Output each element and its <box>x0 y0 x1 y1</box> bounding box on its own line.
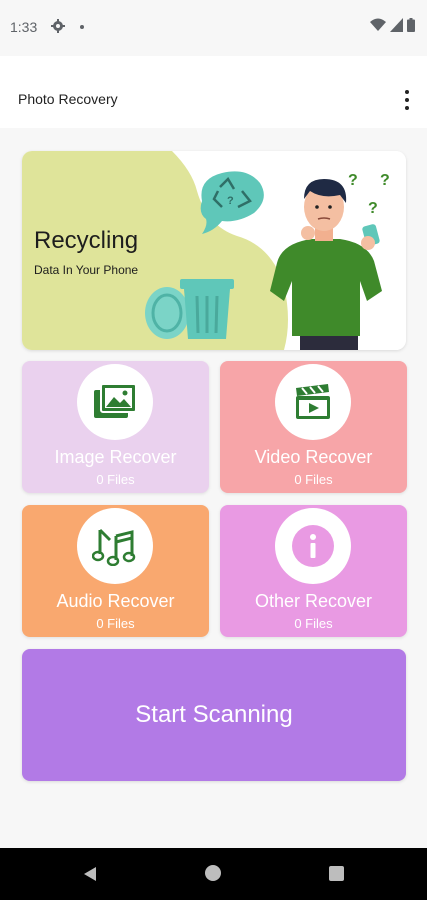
system-nav-bar <box>0 848 427 900</box>
image-icon-circle <box>77 364 153 440</box>
gear-icon <box>51 19 65 33</box>
more-vert-icon[interactable] <box>403 90 411 110</box>
video-icon-circle <box>275 364 351 440</box>
clapperboard-icon <box>296 384 330 419</box>
video-recover-count: 0 Files <box>294 472 333 487</box>
signal-icon <box>390 18 403 32</box>
banner-title: Recycling <box>34 227 139 254</box>
audio-icon-circle <box>77 508 153 584</box>
image-recover-tile[interactable]: Image Recover 0 Files <box>22 361 209 493</box>
status-icons <box>370 18 415 32</box>
notification-dot <box>80 25 84 29</box>
home-icon[interactable] <box>205 865 221 881</box>
svg-text:?: ? <box>368 200 378 217</box>
video-recover-label: Video Recover <box>254 447 373 467</box>
back-icon[interactable] <box>82 866 98 882</box>
audio-recover-count: 0 Files <box>96 616 135 631</box>
video-recover-tile[interactable]: Video Recover 0 Files <box>220 361 407 493</box>
info-icon <box>292 525 334 567</box>
svg-text:?: ? <box>380 172 390 189</box>
hero-banner: ? ? ? ? Recycling Data In Your Phone <box>22 151 406 350</box>
music-note-icon <box>92 528 136 566</box>
audio-recover-tile[interactable]: Audio Recover 0 Files <box>22 505 209 637</box>
start-scanning-button[interactable]: Start Scanning <box>22 649 406 781</box>
image-recover-label: Image Recover <box>54 447 177 467</box>
status-time: 1:33 <box>10 19 38 35</box>
other-icon-circle <box>275 508 351 584</box>
image-icon <box>94 383 137 418</box>
audio-recover-label: Audio Recover <box>56 591 175 611</box>
svg-text:?: ? <box>227 195 234 207</box>
banner-subtitle: Data In Your Phone <box>34 263 139 277</box>
svg-text:?: ? <box>348 172 358 189</box>
other-recover-count: 0 Files <box>294 616 333 631</box>
battery-icon <box>407 18 415 32</box>
status-bar: 1:33 <box>0 0 427 56</box>
recents-icon[interactable] <box>329 866 344 881</box>
image-recover-count: 0 Files <box>96 472 135 487</box>
app-bar: Photo Recovery <box>0 56 427 128</box>
other-recover-label: Other Recover <box>254 591 373 611</box>
other-recover-tile[interactable]: Other Recover 0 Files <box>220 505 407 637</box>
app-title: Photo Recovery <box>18 91 118 107</box>
wifi-icon <box>370 18 386 31</box>
